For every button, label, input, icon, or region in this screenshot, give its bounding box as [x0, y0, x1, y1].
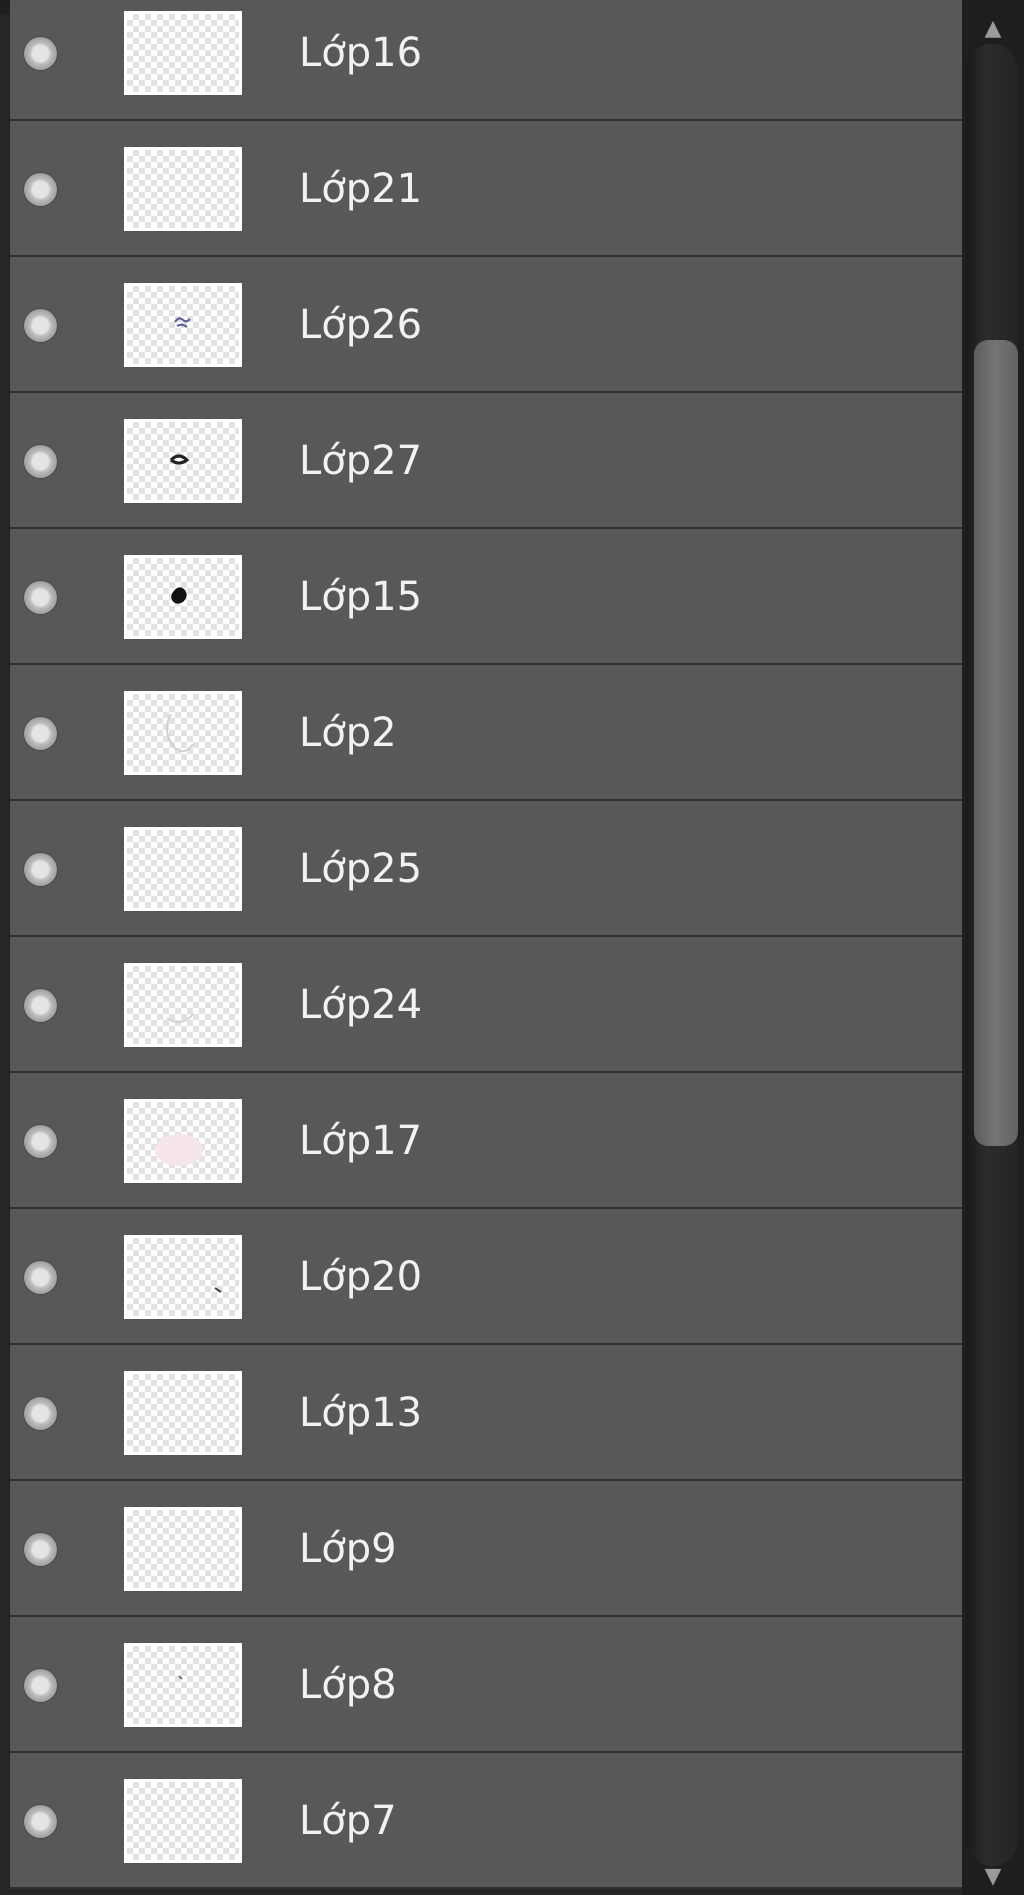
layer-name: Lớp15	[299, 574, 423, 620]
visibility-dot-icon[interactable]	[24, 1397, 57, 1430]
visibility-dot-icon[interactable]	[24, 1805, 57, 1838]
visibility-dot-icon[interactable]	[24, 1669, 57, 1702]
layer-name: Lớp26	[299, 302, 423, 348]
layer-row[interactable]: Lớp25	[10, 801, 962, 937]
visibility-dot-icon[interactable]	[24, 853, 57, 886]
visibility-dot-icon[interactable]	[24, 581, 57, 614]
layer-thumbnail	[124, 1779, 242, 1863]
layer-name: Lớp27	[299, 438, 423, 484]
visibility-dot-icon[interactable]	[24, 1125, 57, 1158]
layer-name: Lớp20	[299, 1254, 423, 1300]
layer-name: Lớp16	[299, 30, 423, 76]
layer-thumbnail	[124, 963, 242, 1047]
layer-name: Lớp17	[299, 1118, 423, 1164]
layer-row[interactable]: Lớp17	[10, 1073, 962, 1209]
scroll-track[interactable]	[966, 44, 1018, 1866]
visibility-dot-icon[interactable]	[24, 37, 57, 70]
visibility-dot-icon[interactable]	[24, 309, 57, 342]
layer-row[interactable]: Lớp2	[10, 665, 962, 801]
layer-row[interactable]: Lớp9	[10, 1481, 962, 1617]
scroll-down-arrow-icon[interactable]: ▼	[962, 1860, 1024, 1894]
visibility-dot-icon[interactable]	[24, 717, 57, 750]
layer-thumbnail	[124, 1507, 242, 1591]
visibility-dot-icon[interactable]	[24, 173, 57, 206]
visibility-dot-icon[interactable]	[24, 1261, 57, 1294]
layer-row[interactable]: Lớp27	[10, 393, 962, 529]
layer-row[interactable]: Lớp13	[10, 1345, 962, 1481]
layer-thumbnail	[124, 1643, 242, 1727]
layer-row[interactable]: Lớp26	[10, 257, 962, 393]
visibility-dot-icon[interactable]	[24, 989, 57, 1022]
layer-row[interactable]: Lớp15	[10, 529, 962, 665]
vertical-scrollbar[interactable]: ▲ ▼	[962, 0, 1024, 1895]
scroll-up-arrow-icon[interactable]: ▲	[962, 12, 1024, 46]
layer-thumbnail	[124, 147, 242, 231]
scroll-thumb[interactable]	[974, 340, 1018, 1146]
layer-thumbnail	[124, 691, 242, 775]
layer-row[interactable]: Lớp20	[10, 1209, 962, 1345]
layer-name: Lớp8	[299, 1662, 397, 1708]
layer-row[interactable]: Lớp7	[10, 1753, 962, 1889]
layer-thumbnail	[124, 1235, 242, 1319]
layer-thumbnail	[124, 283, 242, 367]
layer-name: Lớp25	[299, 846, 423, 892]
layer-name: Lớp13	[299, 1390, 423, 1436]
layer-list: Lớp16 Lớp21 Lớp26 Lớp27 Lớp15 Lớp2 Lớp25…	[10, 0, 962, 1889]
layer-row[interactable]: Lớp16	[10, 0, 962, 121]
layer-row[interactable]: Lớp8	[10, 1617, 962, 1753]
layers-panel: Lớp16 Lớp21 Lớp26 Lớp27 Lớp15 Lớp2 Lớp25…	[0, 0, 1024, 1895]
layer-thumbnail	[124, 1099, 242, 1183]
layer-thumbnail	[124, 555, 242, 639]
layer-name: Lớp9	[299, 1526, 397, 1572]
layer-name: Lớp21	[299, 166, 423, 212]
layer-row[interactable]: Lớp24	[10, 937, 962, 1073]
layer-thumbnail	[124, 419, 242, 503]
layer-thumbnail	[124, 11, 242, 95]
layer-row[interactable]: Lớp21	[10, 121, 962, 257]
visibility-dot-icon[interactable]	[24, 445, 57, 478]
layer-name: Lớp7	[299, 1798, 397, 1844]
layer-name: Lớp24	[299, 982, 423, 1028]
layer-thumbnail	[124, 1371, 242, 1455]
layer-name: Lớp2	[299, 710, 397, 756]
visibility-dot-icon[interactable]	[24, 1533, 57, 1566]
layer-thumbnail	[124, 827, 242, 911]
